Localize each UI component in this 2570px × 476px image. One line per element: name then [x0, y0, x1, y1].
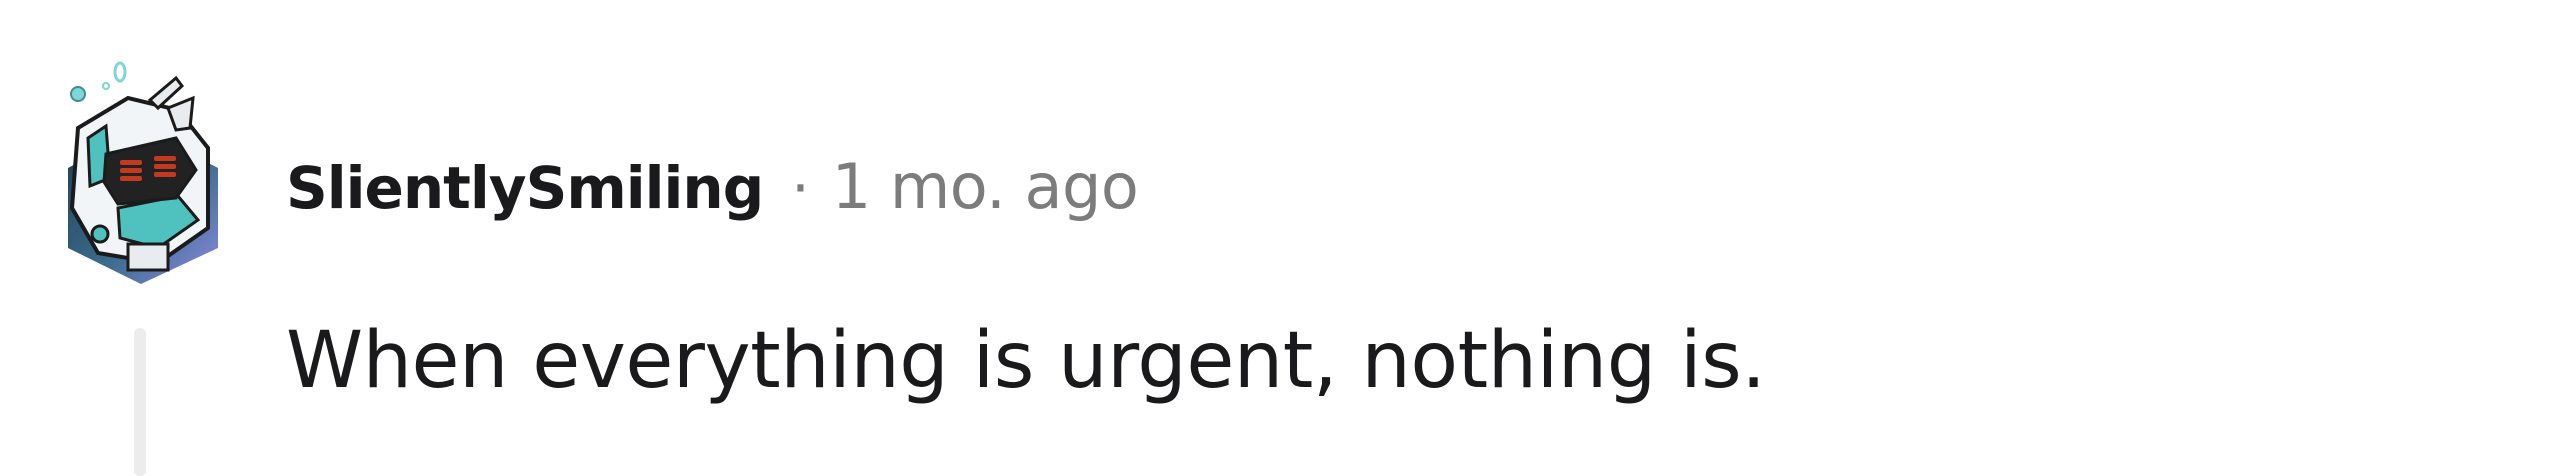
thread-line[interactable]	[134, 328, 146, 476]
robot-avatar-icon	[68, 61, 218, 284]
author-username[interactable]: SlientlySmiling	[286, 154, 764, 222]
meta-separator: ·	[791, 154, 810, 222]
comment-meta: SlientlySmiling · 1 mo. ago	[286, 150, 1139, 223]
comment: SlientlySmiling · 1 mo. ago When everyth…	[0, 0, 2570, 476]
avatar[interactable]	[58, 58, 224, 284]
comment-timestamp[interactable]: 1 mo. ago	[832, 150, 1139, 223]
comment-body: When everything is urgent, nothing is.	[286, 316, 1766, 406]
